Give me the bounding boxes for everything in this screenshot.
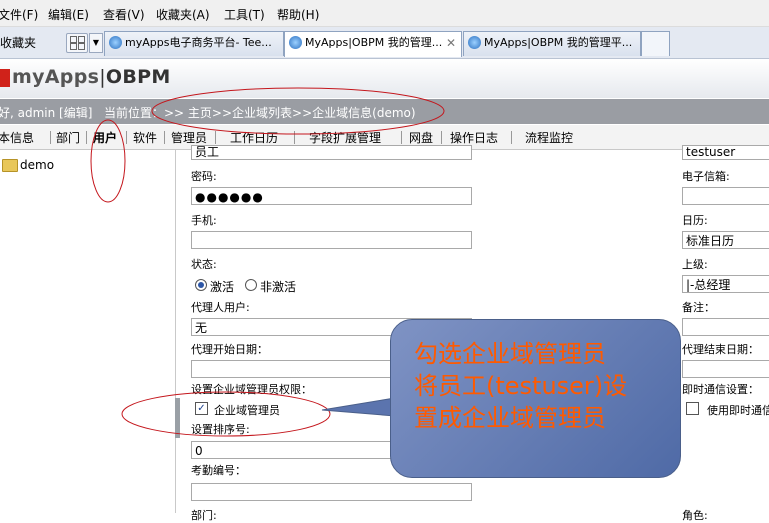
callout-pointer — [321, 397, 396, 417]
callout-line-2: 将员工(testuser)设 — [414, 372, 628, 400]
admin-checkbox-highlight — [121, 391, 331, 437]
callout-line-3: 置成企业域管理员 — [414, 404, 606, 432]
callout-line-1: 勾选企业域管理员 — [414, 340, 606, 368]
breadcrumb-highlight — [151, 87, 445, 135]
instruction-callout: 勾选企业域管理员 将员工(testuser)设 置成企业域管理员 — [390, 319, 681, 478]
users-tab-highlight — [90, 119, 126, 203]
